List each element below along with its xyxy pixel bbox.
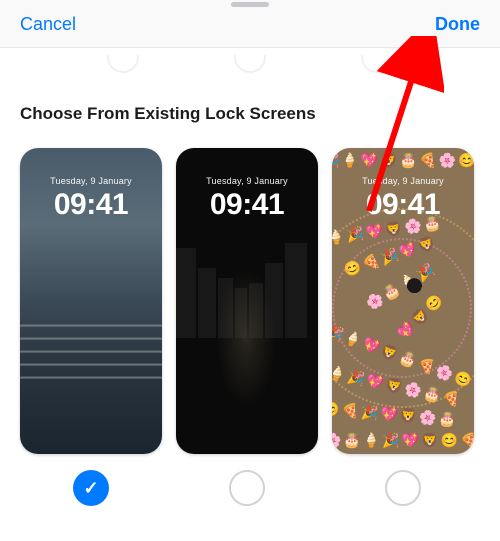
- lockscreen-date: Tuesday, 9 January: [20, 176, 162, 186]
- done-button[interactable]: Done: [435, 14, 480, 35]
- crosswalk-graphic: [20, 324, 162, 404]
- lockscreen-time: 09:41: [20, 188, 162, 222]
- lockscreen-time: 09:41: [176, 188, 318, 222]
- cancel-button[interactable]: Cancel: [20, 14, 76, 35]
- lockscreen-date: Tuesday, 9 January: [332, 176, 474, 186]
- selection-indicator-unselected[interactable]: [385, 470, 421, 506]
- lockscreen-preview-emoji-spiral[interactable]: 🎉🍦💖🦁🎂🍕🌸😊 🍦🎉💖🦁🌸🎂 😊🍕🎉💖🦁 🌸🎂🍦🎉 💖🦁😊 🎉🍦💖🦁🎂🍕🌸😊 …: [332, 148, 474, 454]
- lockscreen-option-2[interactable]: Tuesday, 9 January 09:41: [176, 148, 318, 506]
- lockscreen-time: 09:41: [332, 188, 474, 222]
- section-title: Choose From Existing Lock Screens: [20, 104, 480, 124]
- content-area: Choose From Existing Lock Screens Tuesda…: [0, 48, 500, 526]
- navigation-bar: Cancel Done: [0, 0, 500, 48]
- lockscreen-option-1[interactable]: Tuesday, 9 January 09:41 ✓: [20, 148, 162, 506]
- faded-selector-row: [0, 55, 500, 85]
- checkmark-icon: ✓: [83, 478, 98, 499]
- lockscreen-date: Tuesday, 9 January: [176, 176, 318, 186]
- lockscreen-preview-dark-street[interactable]: Tuesday, 9 January 09:41: [176, 148, 318, 454]
- sheet-drag-handle[interactable]: [231, 2, 269, 7]
- lockscreen-option-3[interactable]: 🎉🍦💖🦁🎂🍕🌸😊 🍦🎉💖🦁🌸🎂 😊🍕🎉💖🦁 🌸🎂🍦🎉 💖🦁😊 🎉🍦💖🦁🎂🍕🌸😊 …: [332, 148, 474, 506]
- street-glow-graphic: [216, 268, 276, 408]
- lockscreens-row: Tuesday, 9 January 09:41 ✓ Tuesday, 9 Ja…: [20, 148, 480, 506]
- selection-indicator-unselected[interactable]: [229, 470, 265, 506]
- lockscreen-preview-city-fog[interactable]: Tuesday, 9 January 09:41: [20, 148, 162, 454]
- selection-indicator-selected[interactable]: ✓: [73, 470, 109, 506]
